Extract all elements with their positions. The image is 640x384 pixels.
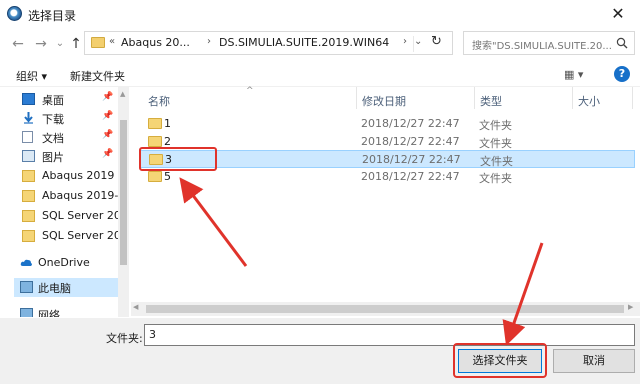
annotation-arrows: [179, 177, 544, 346]
